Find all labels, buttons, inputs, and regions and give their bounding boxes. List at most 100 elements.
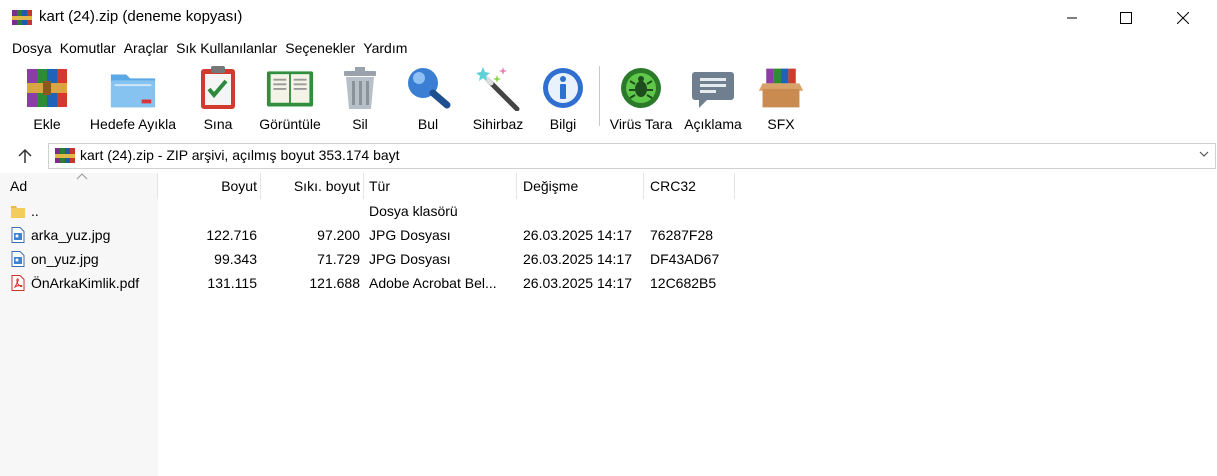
extract-to-label: Hedefe Ayıkla [89,116,177,132]
trash-icon [344,67,376,109]
view-book-icon [266,71,314,107]
wizard-button[interactable]: Sihirbaz [466,60,530,136]
column-header-name[interactable]: Ad [10,173,27,199]
sfx-label: SFX [767,116,795,132]
find-button[interactable]: Bul [404,60,452,136]
file-size: 99.343 [214,251,257,267]
header-divider [260,173,261,199]
wizard-label: Sihirbaz [472,116,524,132]
file-type: JPG Dosyası [369,251,451,267]
info-label: Bilgi [549,116,577,132]
menu-secenekler[interactable]: Seçenekler [281,36,359,60]
arrow-up-icon [18,148,32,163]
maximize-button[interactable] [1103,0,1149,36]
find-label: Bul [417,116,439,132]
column-header-size[interactable]: Boyut [160,173,257,199]
file-crc: 12C682B5 [650,275,717,291]
title-bar: kart (24).zip (deneme kopyası) [0,0,1217,36]
file-crc: DF43AD67 [650,251,720,267]
archive-icon [55,148,75,163]
maximize-icon [1120,12,1132,24]
chevron-down-icon[interactable] [1199,150,1209,158]
info-icon [543,68,583,108]
table-row-parent-folder[interactable]: .. Dosya klasörü [0,199,1217,223]
delete-button[interactable]: Sil [337,60,383,136]
menu-dosya[interactable]: Dosya [8,36,56,60]
column-header-crc[interactable]: CRC32 [650,173,696,199]
file-type: Adobe Acrobat Bel... [369,275,497,291]
file-modified: 26.03.2025 14:17 [523,275,632,291]
image-file-icon [11,227,25,243]
file-type: Dosya klasörü [369,203,458,219]
delete-label: Sil [352,116,368,132]
add-button[interactable]: Ekle [21,60,73,136]
extract-folder-icon [110,74,156,108]
header-divider [643,173,644,199]
add-archive-icon [27,69,67,107]
toolbar-separator [599,66,600,126]
file-list: Ad Boyut Sıkı. boyut Tür Değişme CRC32 .… [0,173,1217,476]
wizard-wand-icon [476,67,520,111]
menu-sik-kullanilanlar[interactable]: Sık Kullanılanlar [172,36,281,60]
file-packed-size: 71.729 [317,251,360,267]
table-row-onarkakimlik[interactable]: ÖnArkaKimlik.pdf 131.115 121.688 Adobe A… [0,271,1217,295]
file-packed-size: 121.688 [309,275,360,291]
menu-bar: Dosya Komutlar Araçlar Sık Kullanılanlar… [0,36,1217,60]
virus-scan-label: Virüs Tara [609,116,673,132]
minimize-button[interactable] [1049,0,1095,36]
comment-icon [692,72,734,108]
table-row-on-yuz[interactable]: on_yuz.jpg 99.343 71.729 JPG Dosyası 26.… [0,247,1217,271]
menu-yardim[interactable]: Yardım [359,36,411,60]
sfx-button[interactable]: SFX [754,60,808,136]
file-packed-size: 97.200 [317,227,360,243]
add-label: Ekle [33,116,61,132]
info-button[interactable]: Bilgi [540,60,586,136]
minimize-icon [1067,17,1077,19]
view-label: Görüntüle [259,116,321,132]
sort-ascending-icon [76,173,88,180]
column-header-modified[interactable]: Değişme [523,173,578,199]
up-folder-button[interactable] [14,145,36,167]
close-button[interactable] [1160,0,1206,36]
header-divider [734,173,735,199]
view-button[interactable]: Görüntüle [253,60,327,136]
toolbar: Ekle Hedefe Ayıkla Sına Görüntüle Sil Bu… [0,60,1217,136]
sfx-box-icon [758,68,804,108]
header-divider [516,173,517,199]
address-field[interactable]: kart (24).zip - ZIP arşivi, açılmış boyu… [48,143,1216,169]
header-divider [363,173,364,199]
extract-to-button[interactable]: Hedefe Ayıkla [83,60,183,136]
file-name: arka_yuz.jpg [31,227,111,243]
virus-scan-icon [621,68,661,108]
file-crc: 76287F28 [650,227,714,243]
test-clipboard-icon [201,66,235,109]
virus-scan-button[interactable]: Virüs Tara [605,60,677,136]
winrar-app-icon [12,10,32,25]
file-name: .. [31,203,39,219]
comment-button[interactable]: Açıklama [681,60,745,136]
test-button[interactable]: Sına [195,60,241,136]
file-modified: 26.03.2025 14:17 [523,251,632,267]
folder-icon [11,206,25,218]
pdf-file-icon [11,275,25,291]
file-size: 122.716 [206,227,257,243]
file-modified: 26.03.2025 14:17 [523,227,632,243]
file-size: 131.115 [207,275,257,291]
window-title: kart (24).zip (deneme kopyası) [39,8,243,25]
image-file-icon [11,251,25,267]
header-divider [157,173,158,199]
menu-komutlar[interactable]: Komutlar [56,36,120,60]
magnifier-icon [408,68,451,109]
file-name: ÖnArkaKimlik.pdf [31,275,140,291]
file-type: JPG Dosyası [369,227,451,243]
comment-label: Açıklama [684,116,742,132]
column-header-type[interactable]: Tür [369,173,390,199]
address-bar: kart (24).zip - ZIP arşivi, açılmış boyu… [0,141,1217,171]
file-name: on_yuz.jpg [31,251,99,267]
table-row-arka-yuz[interactable]: arka_yuz.jpg 122.716 97.200 JPG Dosyası … [0,223,1217,247]
address-text: kart (24).zip - ZIP arşivi, açılmış boyu… [80,147,400,163]
close-icon [1177,12,1189,24]
column-header-packed[interactable]: Sıkı. boyut [263,173,360,199]
test-label: Sına [203,116,233,132]
menu-araclar[interactable]: Araçlar [120,36,172,60]
